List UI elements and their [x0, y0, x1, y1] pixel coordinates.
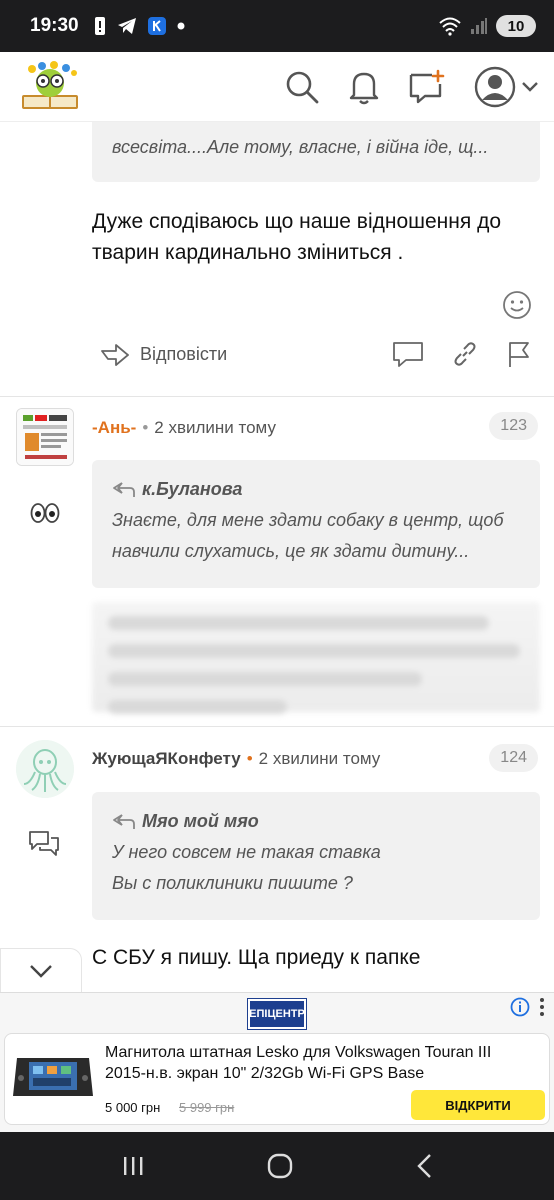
link-icon[interactable] [452, 341, 478, 367]
app-k-icon [147, 17, 166, 35]
battery-level: 10 [507, 17, 525, 35]
octopus-avatar-image [16, 740, 74, 798]
status-right: 10 [438, 15, 536, 37]
comment-divider [0, 396, 554, 397]
ad-product-image [13, 1058, 93, 1096]
bell-icon[interactable] [348, 69, 380, 105]
quote-text: всесвіта....Але тому, власне, і війна ід… [112, 137, 489, 157]
quote-author-row: Мяо мой мяо [112, 806, 520, 837]
ad-card[interactable]: Магнитола штатная Lesko для Volkswagen T… [4, 1033, 550, 1125]
comment-meta: ЖующаЯКонфету • 2 хвилини тому [92, 749, 380, 769]
comment-meta: -Ань- • 2 хвилини тому [92, 418, 276, 438]
status-bar: 19:30 10 [0, 0, 554, 52]
home-icon[interactable] [267, 1153, 293, 1179]
quote-author-row: к.Буланова [112, 474, 520, 505]
dot-icon [177, 22, 185, 30]
comment-time[interactable]: 2 хвилини тому [154, 418, 276, 438]
reply-arrow-icon [113, 813, 135, 829]
reply-arrow-icon [113, 481, 135, 497]
battery-indicator: 10 [496, 15, 536, 37]
quote-block: всесвіта....Але тому, власне, і війна ід… [92, 122, 540, 182]
recent-apps-icon[interactable] [121, 1155, 145, 1177]
search-icon[interactable] [284, 69, 320, 105]
avatar[interactable] [16, 408, 74, 466]
comment-divider [0, 726, 554, 727]
quote-line: Знаєте, для мене здати собаку в центр, щ… [112, 510, 504, 530]
comment-action-icons [392, 340, 532, 368]
alert-icon [94, 17, 105, 35]
comment-icon[interactable] [392, 340, 424, 368]
quote-line: Вы с поликлиники пишите ? [112, 873, 353, 893]
more-options-icon[interactable] [538, 997, 546, 1017]
site-logo[interactable] [16, 60, 84, 113]
collapse-button[interactable] [0, 948, 82, 992]
ad-banner[interactable]: ЕПІЦЕНТР Магнитола штатная Lesko для Vol… [0, 992, 554, 1132]
comment-text: Дуже сподіваюсь що наше відношення до тв… [92, 210, 502, 264]
meta-separator: • [246, 749, 253, 768]
chevron-down-icon [30, 964, 52, 978]
comments-feed[interactable]: всесвіта....Але тому, власне, і війна ід… [0, 122, 554, 992]
author-name[interactable]: ЖующаЯКонфету [92, 749, 241, 769]
new-post-icon[interactable] [408, 69, 446, 105]
comment-number-badge: 124 [489, 744, 538, 772]
quote-author: к.Буланова [142, 479, 243, 499]
chevron-down-icon [522, 81, 538, 92]
reply-button[interactable]: Відповісти [100, 342, 227, 366]
info-icon[interactable] [510, 997, 530, 1017]
telegram-icon [117, 18, 136, 34]
avatar[interactable] [16, 740, 74, 798]
avatar-icon [474, 66, 516, 107]
blurred-comment-text [92, 602, 540, 714]
comment-number-badge: 123 [489, 412, 538, 440]
eyes-icon [30, 503, 60, 523]
ad-open-button[interactable]: ВІДКРИТИ [411, 1090, 545, 1120]
user-menu[interactable] [474, 66, 538, 108]
emoji-reaction-icon[interactable] [502, 290, 532, 320]
status-icons [93, 16, 185, 36]
ad-title: Магнитола штатная Lesko для Volkswagen T… [105, 1044, 492, 1082]
comment-time[interactable]: 2 хвилини тому [259, 749, 381, 769]
ad-old-price: 5 999 грн [179, 1100, 235, 1115]
wifi-icon [439, 17, 461, 36]
quote-author: Мяо мой мяо [142, 811, 259, 831]
system-nav-bar [0, 1132, 554, 1200]
chat-icon [29, 831, 59, 856]
reply-label: Відповісти [140, 343, 228, 364]
app-header [0, 52, 554, 122]
flag-icon[interactable] [506, 340, 532, 368]
quote-line: навчили слухатись, це як здати дитину... [112, 541, 470, 561]
status-time: 19:30 [30, 15, 79, 36]
reply-icon [101, 344, 129, 366]
comment-text: С СБУ я пишу. Ща приеду к папке [92, 946, 421, 969]
author-name[interactable]: -Ань- [92, 418, 136, 438]
user-avatar-image [17, 409, 73, 465]
comment-actions: Відповісти [100, 340, 532, 368]
back-icon[interactable] [415, 1153, 433, 1179]
signal-icon [471, 18, 487, 34]
meta-separator: • [142, 418, 149, 437]
header-actions [284, 66, 538, 108]
ad-price: 5 000 грн [105, 1100, 161, 1115]
ad-brand-logo: ЕПІЦЕНТР [247, 998, 307, 1030]
quote-block[interactable]: к.Буланова Знаєте, для мене здати собаку… [92, 460, 540, 588]
quote-block[interactable]: Мяо мой мяо У него совсем не такая ставк… [92, 792, 540, 920]
quote-line: У него совсем не такая ставка [112, 842, 381, 862]
